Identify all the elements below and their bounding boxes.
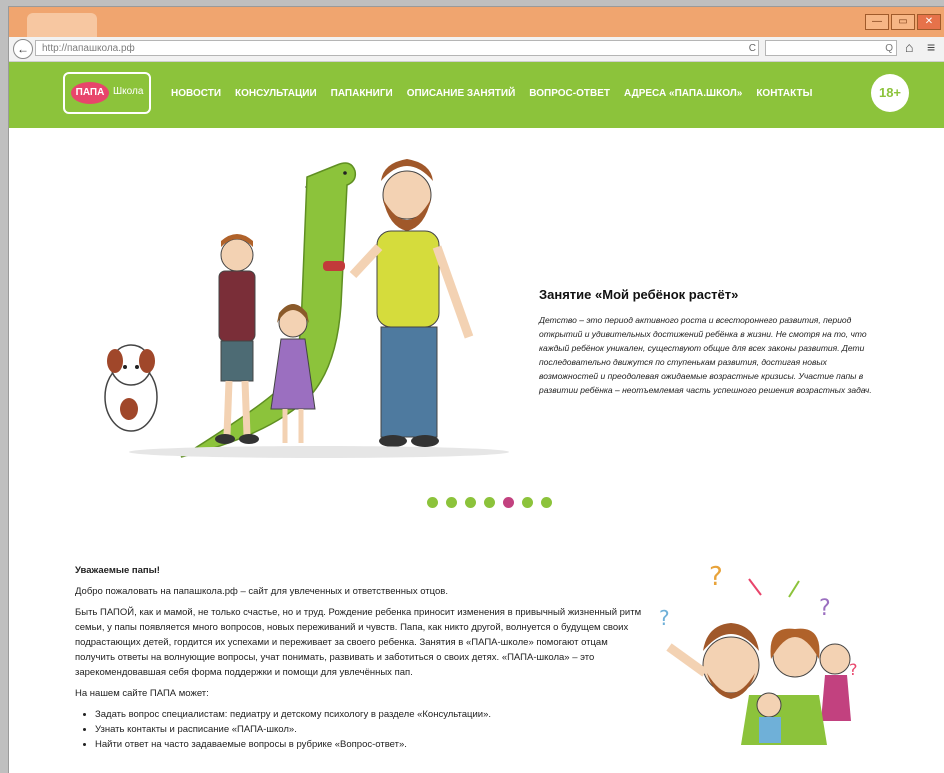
nav-item-consultations[interactable]: КОНСУЛЬТАЦИИ [235, 88, 317, 99]
age-badge: 18+ [871, 74, 909, 112]
title-bar: — ▭ ✕ [9, 7, 944, 37]
features-list: Задать вопрос специалистам: педиатру и д… [75, 707, 645, 752]
nav-item-addresses[interactable]: АДРЕСА «ПАПА.ШКОЛ» [624, 88, 742, 99]
nav-item-faq[interactable]: ВОПРОС-ОТВЕТ [529, 88, 610, 99]
slider-dot[interactable] [522, 497, 533, 508]
maximize-button[interactable]: ▭ [891, 14, 915, 30]
list-item: Задать вопрос специалистам: педиатру и д… [95, 707, 645, 722]
list-item: Узнать контакты и расписание «ПАПА-школ»… [95, 722, 645, 737]
browser-window: — ▭ ✕ ← http://папашкола.рф C Q ⌂ ≡ ПАПА… [8, 6, 944, 773]
slider-dot[interactable] [427, 497, 438, 508]
list-item: Найти ответ на часто задаваемые вопросы … [95, 737, 645, 752]
logo-papa: ПАПА [71, 82, 109, 104]
reload-icon[interactable]: C [749, 41, 756, 57]
search-icon[interactable]: Q [885, 41, 893, 57]
welcome-content: Уважаемые папы! Добро пожаловать на папа… [75, 563, 645, 752]
slider-dot[interactable] [541, 497, 552, 508]
slider-dot[interactable] [446, 497, 457, 508]
welcome-text: Добро пожаловать на папашкола.рф – сайт … [75, 586, 448, 597]
menu-icon[interactable]: ≡ [927, 39, 935, 55]
minimize-button[interactable]: — [865, 14, 889, 30]
slide-description: Детство – это период активного роста и в… [539, 315, 872, 395]
back-button[interactable]: ← [13, 39, 33, 59]
site-nav: ПАПА Школа НОВОСТИ КОНСУЛЬТАЦИИ ПАПАКНИГ… [9, 62, 944, 128]
site-logo[interactable]: ПАПА Школа [63, 72, 151, 114]
browser-tab[interactable] [27, 13, 97, 37]
svg-text:?: ? [709, 562, 723, 592]
svg-text:?: ? [819, 596, 831, 621]
greeting: Уважаемые папы! [75, 565, 160, 576]
list-intro: На нашем сайте ПАПА может: [75, 688, 209, 699]
slide-title: Занятие «Мой ребёнок растёт» [539, 287, 739, 302]
svg-text:?: ? [849, 660, 858, 679]
slider-dot[interactable] [465, 497, 476, 508]
url-text: http://папашкола.рф [42, 43, 135, 54]
nav-item-news[interactable]: НОВОСТИ [171, 88, 221, 99]
hero-illustration [104, 159, 509, 458]
logo-shkola: Школа [113, 86, 144, 97]
family-illustration: ? ? ? ? [659, 562, 858, 745]
nav-item-lessons[interactable]: ОПИСАНИЕ ЗАНЯТИЙ [407, 88, 516, 99]
address-bar-row: ← http://папашкола.рф C Q ⌂ ≡ [9, 37, 944, 62]
svg-text:?: ? [659, 606, 670, 630]
nav-menu: НОВОСТИ КОНСУЛЬТАЦИИ ПАПАКНИГИ ОПИСАНИЕ … [171, 88, 812, 99]
dog-figure [104, 344, 158, 432]
slider-dot[interactable] [484, 497, 495, 508]
nav-item-papabooks[interactable]: ПАПАКНИГИ [331, 88, 393, 99]
slider-dots [427, 497, 552, 508]
body-text: Быть ПАПОЙ, как и мамой, не только счаст… [75, 607, 642, 678]
nav-item-contacts[interactable]: КОНТАКТЫ [756, 88, 812, 99]
home-icon[interactable]: ⌂ [905, 39, 913, 55]
search-field[interactable]: Q [765, 40, 897, 56]
slider-dot-active[interactable] [503, 497, 514, 508]
url-field[interactable]: http://папашкола.рф C [35, 40, 759, 56]
close-button[interactable]: ✕ [917, 14, 941, 30]
